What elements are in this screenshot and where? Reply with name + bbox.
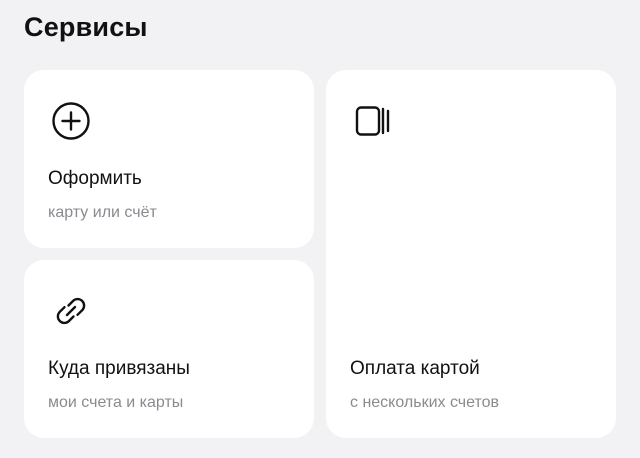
tile-title: Куда привязаны <box>48 358 190 379</box>
plus-circle-icon <box>48 98 94 144</box>
tile-subtitle: карту или счёт <box>48 204 157 221</box>
linked-accounts-tile[interactable]: Куда привязаны мои счета и карты <box>24 260 314 438</box>
tile-title: Оплата картой <box>350 358 480 379</box>
tile-subtitle: мои счета и карты <box>48 394 184 411</box>
pay-with-card-tile[interactable]: Оплата картой с нескольких счетов <box>326 70 616 438</box>
issue-card-or-account-tile[interactable]: Оформить карту или счёт <box>24 70 314 248</box>
link-icon <box>48 288 94 334</box>
cards-stack-icon <box>350 98 396 144</box>
tile-subtitle: с нескольких счетов <box>350 394 500 411</box>
section-title: Сервисы <box>24 12 148 42</box>
services-screen: Сервисы Оформить карту или счёт Куда при… <box>0 0 640 458</box>
tile-title: Оформить <box>48 168 142 189</box>
